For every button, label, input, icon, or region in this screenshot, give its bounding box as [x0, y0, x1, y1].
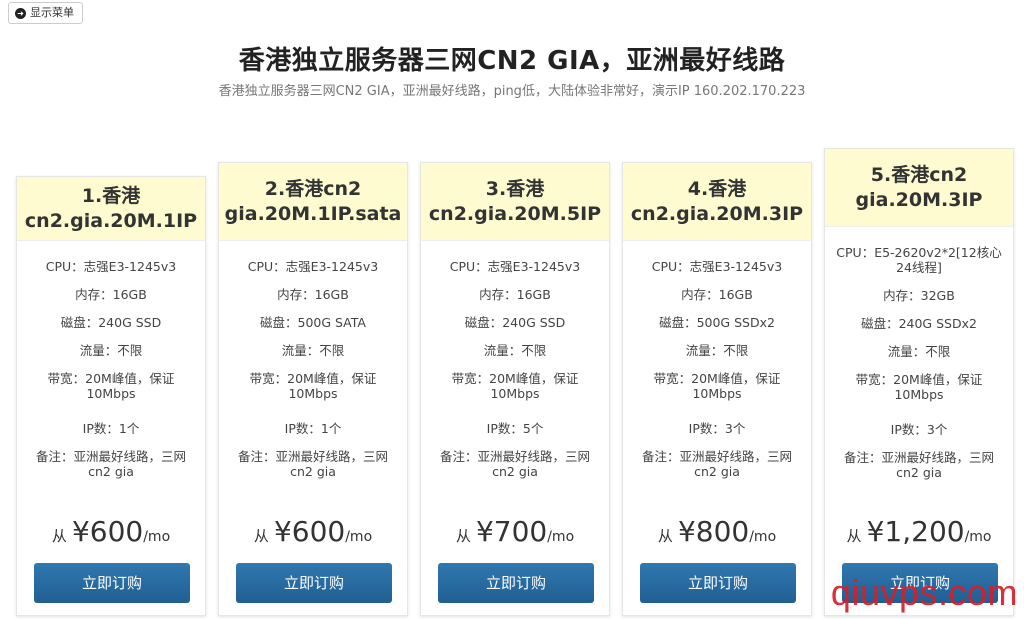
feature-cpu: CPU：E5-2620v2*2[12核心24线程]: [836, 245, 1002, 275]
plan-name: 1.香港 cn2.gia.20M.1IP: [17, 177, 205, 241]
feature-ip: IP数：3个: [688, 421, 746, 436]
feature-bandwidth: 带宽：20M峰值，保证10Mbps: [855, 372, 983, 402]
plan-card-4: 4.香港 cn2.gia.20M.3IP CPU：志强E3-1245v3 内存：…: [622, 162, 812, 616]
plan-card-2: 2.香港cn2 gia.20M.1IP.sata CPU：志强E3-1245v3…: [218, 162, 408, 616]
price: 从 ¥700/mo: [421, 515, 609, 548]
feature-cpu: CPU：志强E3-1245v3: [45, 259, 177, 274]
order-button[interactable]: 立即订购: [438, 563, 594, 603]
feature-ip: IP数：3个: [890, 422, 948, 437]
feature-bandwidth: 带宽：20M峰值，保证10Mbps: [653, 371, 781, 401]
price-prefix: 从: [846, 527, 862, 545]
plan-card-3: 3.香港 cn2.gia.20M.5IP CPU：志强E3-1245v3 内存：…: [420, 162, 610, 616]
price-amount: ¥1,200: [866, 515, 965, 548]
price: 从 ¥600/mo: [17, 515, 205, 548]
feature-disk: 磁盘：240G SSD: [60, 315, 162, 330]
feature-memory: 内存：16GB: [277, 287, 349, 302]
feature-traffic: 流量：不限: [79, 343, 143, 358]
feature-memory: 内存：16GB: [479, 287, 551, 302]
price-amount: ¥600: [71, 515, 144, 548]
page-title: 香港独立服务器三网CN2 GIA，亚洲最好线路: [238, 46, 786, 76]
plan-name: 4.香港 cn2.gia.20M.3IP: [623, 163, 811, 241]
feature-traffic: 流量：不限: [887, 344, 951, 359]
show-menu-button[interactable]: ➜ 显示菜单: [8, 2, 83, 24]
feature-bandwidth: 带宽：20M峰值，保证10Mbps: [451, 371, 579, 401]
feature-traffic: 流量：不限: [483, 343, 547, 358]
feature-cpu: CPU：志强E3-1245v3: [449, 259, 581, 274]
price-unit: /mo: [749, 529, 777, 545]
feature-note: 备注：亚洲最好线路，三网cn2 gia: [237, 449, 388, 479]
feature-note: 备注：亚洲最好线路，三网cn2 gia: [843, 450, 994, 480]
order-button[interactable]: 立即订购: [34, 563, 190, 603]
price-unit: /mo: [547, 529, 575, 545]
price-unit: /mo: [345, 529, 373, 545]
feature-bandwidth: 带宽：20M峰值，保证10Mbps: [249, 371, 377, 401]
price-prefix: 从: [51, 527, 67, 545]
price-amount: ¥600: [273, 515, 346, 548]
feature-disk: 磁盘：500G SATA: [260, 315, 366, 330]
feature-note: 备注：亚洲最好线路，三网cn2 gia: [35, 449, 186, 479]
feature-cpu: CPU：志强E3-1245v3: [247, 259, 379, 274]
feature-memory: 内存：16GB: [681, 287, 753, 302]
price-prefix: 从: [455, 527, 471, 545]
price-prefix: 从: [253, 527, 269, 545]
feature-ip: IP数：1个: [82, 421, 140, 436]
feature-ip: IP数：1个: [284, 421, 342, 436]
order-button[interactable]: 立即订购: [640, 563, 796, 603]
feature-cpu: CPU：志强E3-1245v3: [651, 259, 783, 274]
feature-disk: 磁盘：500G SSDx2: [659, 315, 775, 330]
plan-name: 3.香港 cn2.gia.20M.5IP: [421, 163, 609, 241]
price-amount: ¥700: [475, 515, 548, 548]
price: 从 ¥600/mo: [219, 515, 407, 548]
price: 从 ¥800/mo: [623, 515, 811, 548]
order-button[interactable]: 立即订购: [236, 563, 392, 603]
page-subtitle: 香港独立服务器三网CN2 GIA，亚洲最好线路，ping低，大陆体验非常好，演示…: [218, 84, 806, 99]
show-menu-label: 显示菜单: [30, 6, 74, 19]
feature-traffic: 流量：不限: [281, 343, 345, 358]
plan-name: 5.香港cn2 gia.20M.3IP: [825, 149, 1013, 227]
feature-memory: 内存：32GB: [883, 288, 955, 303]
plan-name: 2.香港cn2 gia.20M.1IP.sata: [219, 163, 407, 241]
plan-card-1: 1.香港 cn2.gia.20M.1IP CPU：志强E3-1245v3 内存：…: [16, 176, 206, 616]
price-amount: ¥800: [677, 515, 750, 548]
feature-note: 备注：亚洲最好线路，三网cn2 gia: [439, 449, 590, 479]
price-prefix: 从: [657, 527, 673, 545]
feature-bandwidth: 带宽：20M峰值，保证10Mbps: [47, 371, 175, 401]
feature-ip: IP数：5个: [486, 421, 544, 436]
feature-note: 备注：亚洲最好线路，三网cn2 gia: [641, 449, 792, 479]
feature-memory: 内存：16GB: [75, 287, 147, 302]
watermark: qiuvps.com: [830, 572, 1018, 613]
price-unit: /mo: [143, 529, 171, 545]
feature-traffic: 流量：不限: [685, 343, 749, 358]
feature-disk: 磁盘：240G SSD: [464, 315, 566, 330]
price: 从 ¥1,200/mo: [825, 515, 1013, 548]
plan-card-5: 5.香港cn2 gia.20M.3IP CPU：E5-2620v2*2[12核心…: [824, 148, 1014, 616]
feature-disk: 磁盘：240G SSDx2: [861, 316, 977, 331]
arrow-circle-icon: ➜: [15, 7, 26, 19]
price-unit: /mo: [964, 529, 992, 545]
